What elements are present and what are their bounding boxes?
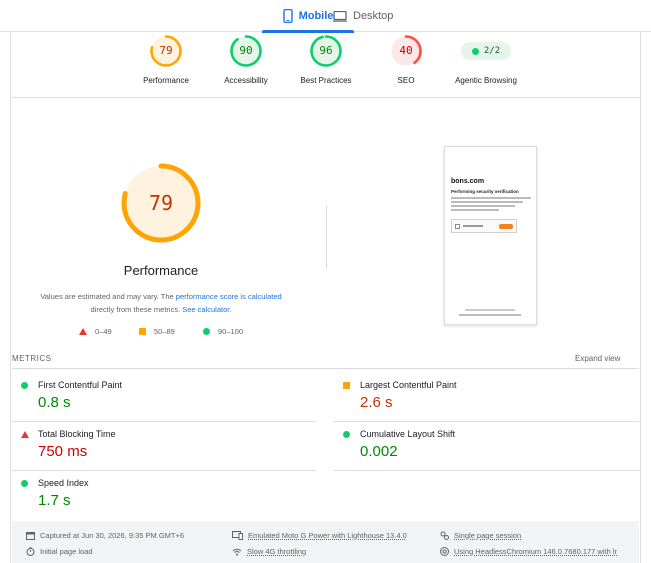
performance-gauge-large: 79 [120,162,202,244]
tab-mobile-label: Mobile [298,10,334,22]
average-square-icon [343,382,350,389]
metrics-divider [12,368,639,369]
metric-label: First Contentful Paint [38,380,123,390]
metric-value: 0.8 s [38,394,71,411]
metric-label: Cumulative Layout Shift [360,429,456,439]
screenshot-heading: Performing security verification [451,189,519,194]
metric-tbt: Total Blocking Time 750 ms [12,429,312,469]
tab-desktop-label: Desktop [353,10,394,22]
legend-label: 0–49 [95,327,112,336]
metric-cls: Cumulative Layout Shift 0.002 [334,429,634,469]
checkbox-icon [455,224,460,229]
legend-label: 50–89 [154,327,175,336]
metric-label: Speed Index [38,478,89,488]
panel-border-left [10,32,11,563]
gauge-ring: 79 [149,34,183,68]
gauge-score: 96 [319,44,333,57]
gauge-score: 90 [239,44,253,57]
see-calculator-link[interactable]: See calculator. [182,305,231,314]
captured-at-text: Captured at Jun 30, 2026, 9:35 PM GMT+6 [40,531,185,540]
gauge-score: 2/2 [483,46,501,56]
device-tabs: Mobile Desktop [0,0,651,33]
initial-page-load-text: Initial page load [40,547,93,556]
score-calculated-link[interactable]: performance score is calculated [176,292,282,301]
runtime-settings: Captured at Jun 30, 2026, 9:35 PM GMT+6 … [12,521,639,563]
metrics-header: METRICS [12,354,52,363]
legend-average: 50–89 [139,327,175,336]
final-screenshot[interactable]: bons.com Performing security verificatio… [444,146,537,325]
calendar-icon [26,531,35,540]
metric-value: 0.002 [360,443,398,460]
pass-dot-icon [471,47,479,55]
average-square-icon [139,328,146,335]
category-gauges: 79 Performance 90 Accessibility 96 Best … [12,34,639,98]
section-divider [326,205,327,269]
initial-page-load: Initial page load [26,547,93,556]
panel-border-right [640,32,641,563]
note-text: Values are estimated and may vary. The [40,292,176,301]
captured-at: Captured at Jun 30, 2026, 9:35 PM GMT+6 [26,531,184,540]
gauge-ring: 90 [229,34,263,68]
pass-circle-icon [21,480,28,487]
gauge-score: 40 [399,44,413,57]
fail-triangle-icon [79,328,87,335]
screenshot-verify-widget [451,219,517,233]
cloudflare-logo-icon [499,224,513,229]
screenshot-domain: bons.com [451,178,485,185]
emulated-device-text: Emulated Moto G Power with Lighthouse 13… [248,531,407,540]
expand-view-button[interactable]: Expand view [575,354,620,363]
metric-value: 2.6 s [360,394,393,411]
gauge-agentic-browsing[interactable]: 2/2 Agentic Browsing [436,34,536,85]
legend-good: 90–100 [203,327,243,336]
mobile-icon [282,9,293,23]
browser-version-text: Using HeadlessChromium 146.0.7680.177 wi… [454,547,618,556]
desktop-icon [333,10,347,22]
metric-speed-index: Speed Index 1.7 s [12,478,312,518]
screenshot-text-lines [451,197,531,213]
note-text: directly from these metrics. [90,305,183,314]
gauge-label: Agentic Browsing [455,76,517,85]
fail-triangle-icon [21,431,29,438]
metric-label: Largest Contentful Paint [360,380,457,390]
performance-title: Performance [123,263,199,278]
session-type[interactable]: Single page session [440,531,521,540]
network-throttling[interactable]: Slow 4G throttling [232,547,306,556]
session-icon [440,531,449,540]
gauge-ring: 96 [309,34,343,68]
performance-score: 79 [148,191,174,215]
gauge-ring: 40 [389,34,423,68]
timer-icon [26,547,35,556]
legend-poor: 0–49 [79,327,112,336]
pass-circle-icon [203,328,210,335]
metric-lcp: Largest Contentful Paint 2.6 s [334,380,634,420]
pass-circle-icon [21,382,28,389]
metric-fcp: First Contentful Paint 0.8 s [12,380,312,420]
performance-note: Values are estimated and may vary. The p… [26,290,296,316]
wifi-icon [232,548,242,556]
tab-desktop[interactable]: Desktop [333,0,403,32]
metric-value: 750 ms [38,443,88,460]
metric-label: Total Blocking Time [38,429,116,439]
network-throttling-text: Slow 4G throttling [247,547,307,556]
legend-label: 90–100 [218,327,244,336]
session-type-text: Single page session [454,531,522,540]
gauge-score: 79 [159,44,173,57]
emulated-device[interactable]: Emulated Moto G Power with Lighthouse 13… [232,531,407,540]
device-icon [232,531,243,540]
agentic-score-pill: 2/2 [461,42,511,60]
browser-version[interactable]: Using HeadlessChromium 146.0.7680.177 wi… [440,547,617,556]
pass-circle-icon [343,431,350,438]
metric-value: 1.7 s [38,492,71,509]
chrome-icon [440,547,449,556]
